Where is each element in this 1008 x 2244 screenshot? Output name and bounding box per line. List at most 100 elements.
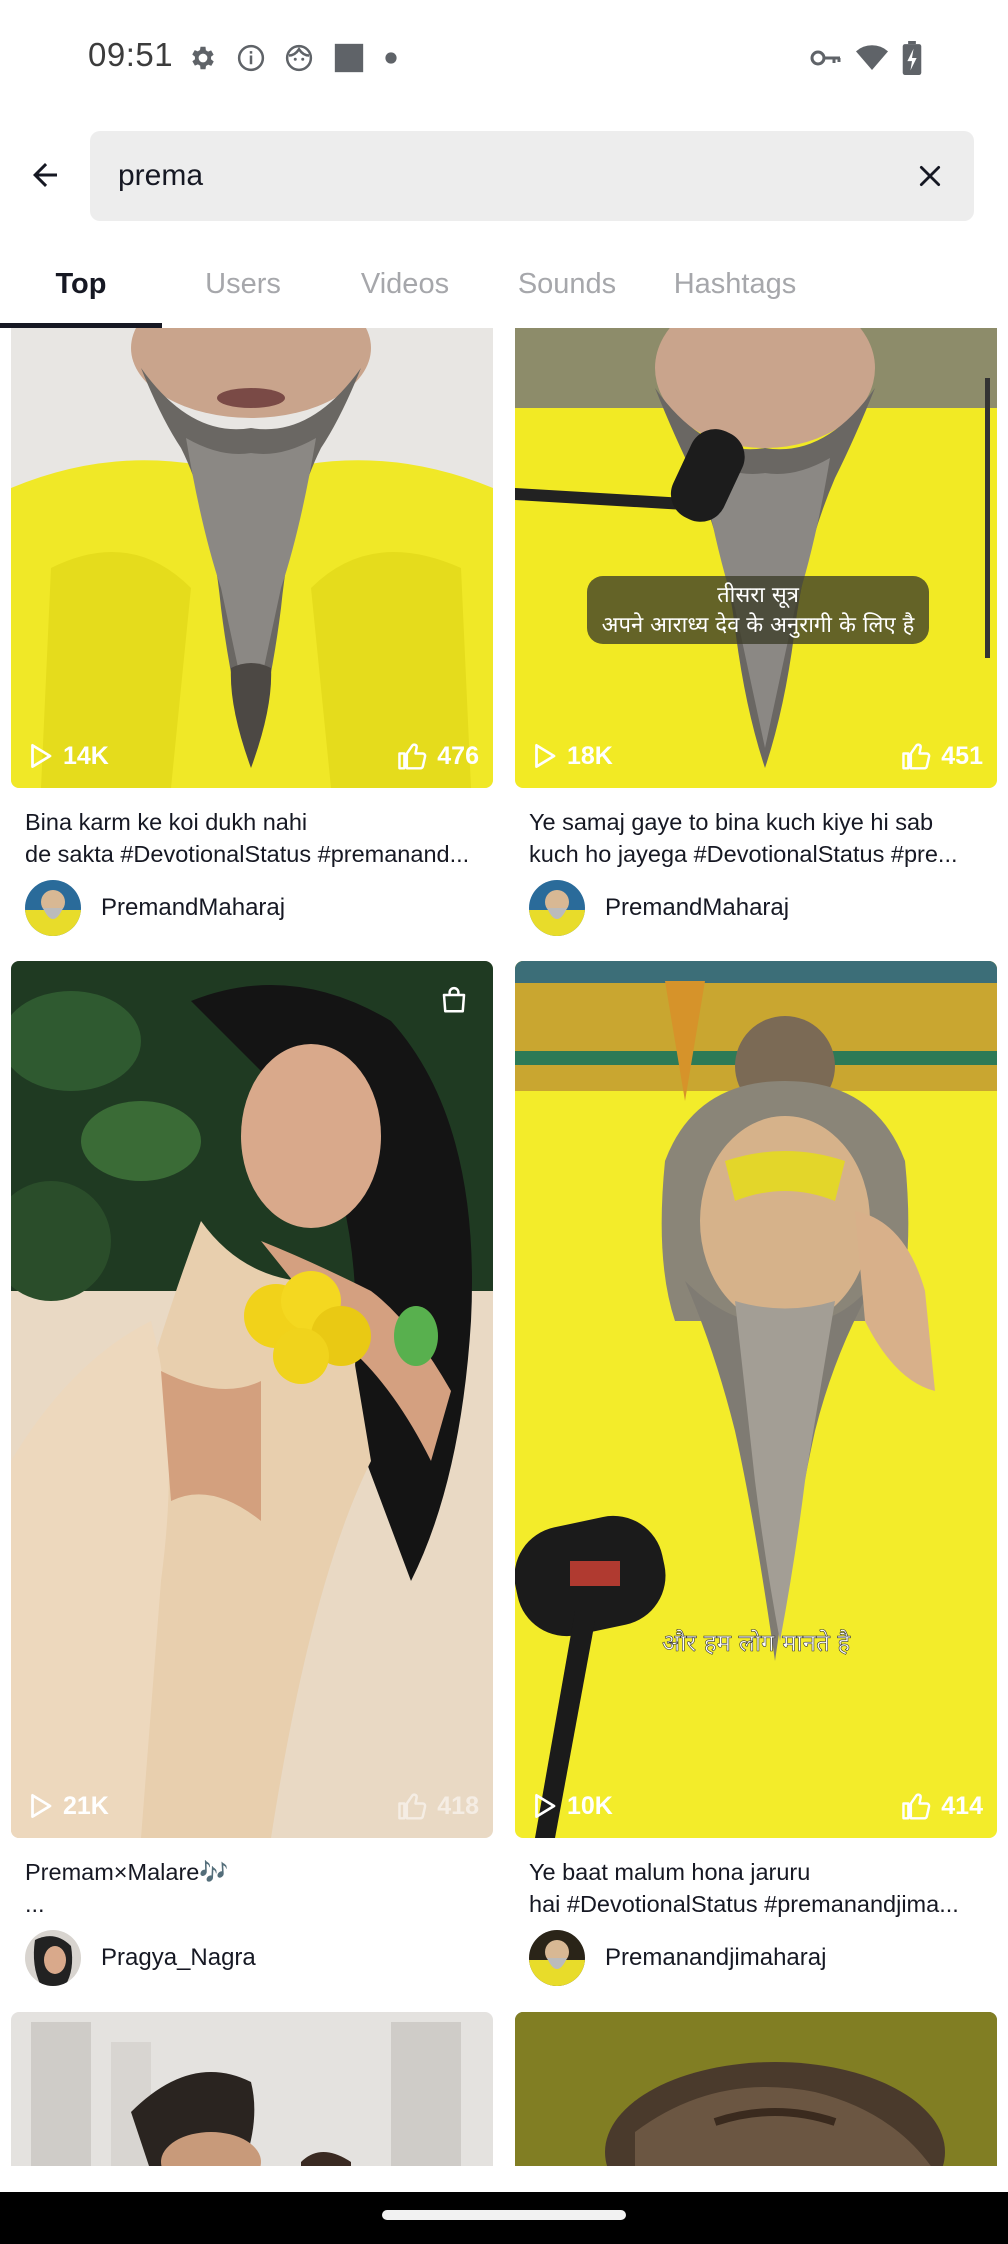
play-icon	[31, 744, 52, 768]
back-button[interactable]	[20, 150, 70, 200]
play-icon	[535, 1794, 556, 1818]
video-card[interactable]	[515, 2012, 997, 2166]
close-icon	[919, 165, 941, 187]
play-icon	[535, 744, 556, 768]
video-caption[interactable]: Ye baat malum hona jaruru hai #Devotiona…	[515, 1856, 997, 1920]
caption-line-2: de sakta #DevotionalStatus #premanand...	[25, 841, 470, 867]
status-icons-left	[188, 40, 398, 76]
tab-hashtags[interactable]: Hashtags	[648, 240, 822, 328]
video-card[interactable]: 14K 476 Bina karm ke koi dukh nahi de sa…	[11, 328, 493, 936]
video-stats: 21K 418	[11, 1774, 493, 1838]
dot-icon	[384, 51, 398, 65]
tab-top[interactable]: Top	[0, 240, 162, 328]
thumbs-up-icon	[902, 1793, 931, 1820]
status-time: 09:51	[88, 36, 174, 73]
thumbs-up-icon	[398, 743, 427, 770]
video-thumbnail[interactable]	[515, 2012, 997, 2166]
battery-charging-icon	[902, 41, 922, 75]
video-card[interactable]: 21K 418 Premam×Malare🎶 ... Pragya_Nagra	[11, 961, 493, 1986]
view-count: 14K	[25, 741, 109, 771]
author-name: PremandMaharaj	[101, 894, 286, 921]
view-count: 10K	[529, 1791, 613, 1821]
overlay-text-1: और हम लोग मानते है	[662, 1629, 852, 1657]
view-count: 18K	[529, 741, 613, 771]
tab-videos[interactable]: Videos	[324, 240, 486, 328]
video-thumbnail[interactable]	[11, 2012, 493, 2166]
author-row[interactable]: PremandMaharaj	[515, 880, 997, 936]
author-name: Premanandjimaharaj	[605, 1944, 827, 1971]
caption-line-1: Premam×Malare🎶	[25, 1859, 229, 1885]
face-icon	[284, 43, 314, 73]
navigation-bar	[0, 2192, 1008, 2244]
video-thumbnail[interactable]: 21K 418	[11, 961, 493, 1838]
status-bar: 09:51	[0, 0, 1008, 116]
view-count: 21K	[25, 1791, 109, 1821]
thumbnail-image	[11, 961, 493, 1838]
caption-line-1: Bina karm ke koi dukh nahi	[25, 809, 308, 835]
view-count-label: 14K	[63, 741, 109, 770]
play-icon	[31, 1794, 52, 1818]
avatar[interactable]	[25, 880, 81, 936]
caption-line-2: ...	[25, 1891, 45, 1917]
video-card[interactable]: और हम लोग मानते है 10K 414 Ye baat malum…	[515, 961, 997, 1986]
wifi-icon	[856, 44, 888, 72]
view-count-label: 10K	[567, 1791, 613, 1820]
like-count-label: 451	[941, 741, 983, 770]
overlay-text-1: तीसरा सूत्र	[717, 582, 800, 609]
video-card[interactable]: तीसरा सूत्र अपने आराध्य देव के अनुरागी क…	[515, 328, 997, 936]
video-caption[interactable]: Bina karm ke koi dukh nahi de sakta #Dev…	[11, 806, 493, 870]
caption-line-1: Ye baat malum hona jaruru	[529, 1859, 811, 1885]
caption-line-1: Ye samaj gaye to bina kuch kiye hi sab	[529, 809, 934, 835]
home-gesture-handle[interactable]	[382, 2210, 626, 2220]
like-count: 476	[397, 741, 479, 771]
tab-users[interactable]: Users	[162, 240, 324, 328]
view-count-label: 18K	[567, 741, 613, 770]
like-count-label: 418	[437, 1791, 479, 1820]
gear-icon	[188, 43, 218, 73]
author-row[interactable]: Pragya_Nagra	[11, 1930, 493, 1986]
video-caption[interactable]: Ye samaj gaye to bina kuch kiye hi sab k…	[515, 806, 997, 870]
tab-sounds[interactable]: Sounds	[486, 240, 648, 328]
video-card[interactable]	[11, 2012, 493, 2166]
caption-line-2: hai #DevotionalStatus #premanandjima...	[529, 1891, 959, 1917]
like-count-label: 414	[941, 1791, 983, 1820]
thumbs-up-icon	[902, 743, 931, 770]
like-count: 414	[901, 1791, 983, 1821]
video-stats: 14K 476	[11, 724, 493, 788]
vpn-key-icon	[810, 46, 842, 70]
avatar[interactable]	[529, 880, 585, 936]
caption-line-2: kuch ho jayega #DevotionalStatus #pre...	[529, 841, 958, 867]
square-icon	[332, 41, 366, 75]
thumbnail-image: और हम लोग मानते है	[515, 961, 997, 1838]
video-stats: 18K 451	[515, 724, 997, 788]
arrow-left-icon	[33, 163, 57, 187]
avatar[interactable]	[25, 1930, 81, 1986]
search-tabs: Top Users Videos Sounds Hashtags	[0, 240, 1008, 328]
avatar[interactable]	[529, 1930, 585, 1986]
shopping-bag-icon	[439, 985, 469, 1020]
video-thumbnail[interactable]: तीसरा सूत्र अपने आराध्य देव के अनुरागी क…	[515, 328, 997, 788]
like-count: 451	[901, 741, 983, 771]
view-count-label: 21K	[63, 1791, 109, 1820]
like-count-label: 476	[437, 741, 479, 770]
video-caption[interactable]: Premam×Malare🎶 ...	[11, 1856, 493, 1920]
like-count: 418	[397, 1791, 479, 1821]
clear-search-button[interactable]	[908, 154, 952, 198]
author-name: PremandMaharaj	[605, 894, 790, 921]
thumbs-up-icon	[398, 1793, 427, 1820]
overlay-text-2: अपने आराध्य देव के अनुरागी के लिए है	[602, 612, 915, 638]
status-icons-right	[810, 40, 922, 76]
author-row[interactable]: PremandMaharaj	[11, 880, 493, 936]
thumbnail-image: तीसरा सूत्र अपने आराध्य देव के अनुरागी क…	[515, 328, 997, 788]
video-stats: 10K 414	[515, 1774, 997, 1838]
thumbnail-image	[515, 2012, 997, 2166]
info-icon	[236, 43, 266, 73]
thumbnail-image	[11, 2012, 493, 2166]
thumbnail-image	[11, 328, 493, 788]
video-thumbnail[interactable]: और हम लोग मानते है 10K 414	[515, 961, 997, 1838]
author-row[interactable]: Premanandjimaharaj	[515, 1930, 997, 1986]
video-thumbnail[interactable]: 14K 476	[11, 328, 493, 788]
search-input[interactable]	[118, 131, 878, 221]
search-box[interactable]	[90, 131, 974, 221]
results-grid: 14K 476 Bina karm ke koi dukh nahi de sa…	[0, 328, 1008, 2166]
